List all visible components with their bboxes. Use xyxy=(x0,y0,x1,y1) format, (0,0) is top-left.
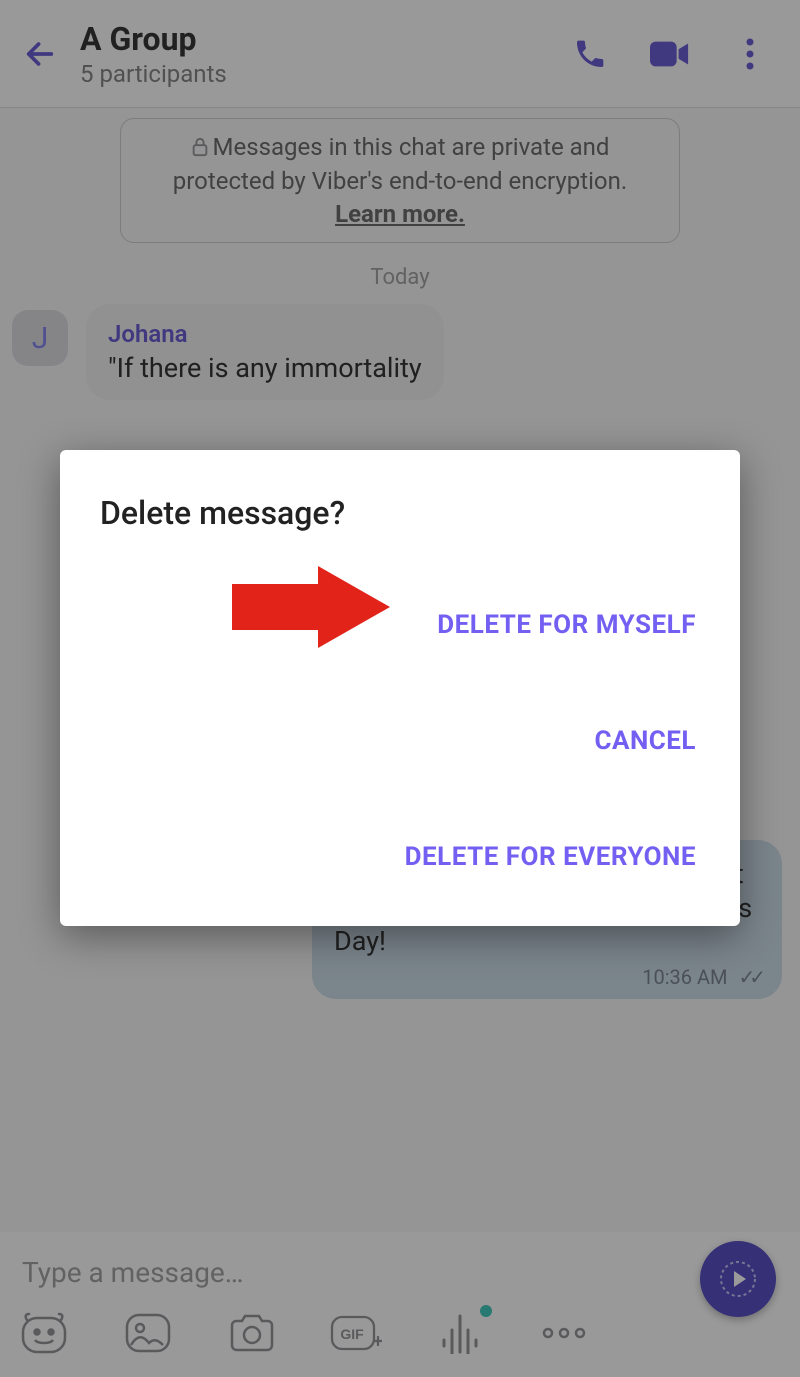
dialog-title: Delete message? xyxy=(100,494,700,532)
delete-for-myself-button[interactable]: DELETE FOR MYSELF xyxy=(100,592,700,658)
cancel-button[interactable]: CANCEL xyxy=(100,708,700,774)
delete-for-everyone-button[interactable]: DELETE FOR EVERYONE xyxy=(100,824,700,890)
delete-dialog: Delete message? DELETE FOR MYSELF CANCEL… xyxy=(60,450,740,926)
chat-screen: A Group 5 participants Messages in this … xyxy=(0,0,800,1377)
